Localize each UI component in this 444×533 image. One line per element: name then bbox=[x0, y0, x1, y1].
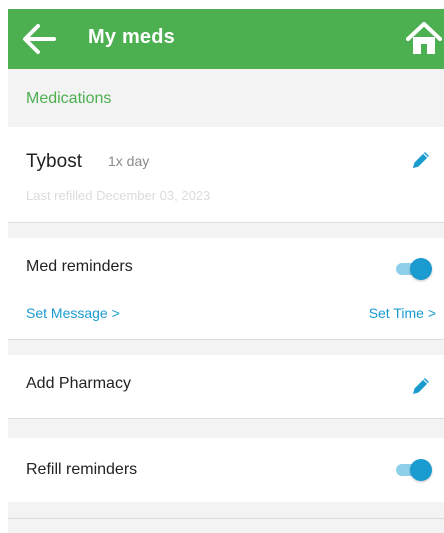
refill-reminders-card: Refill reminders bbox=[8, 438, 444, 502]
home-button[interactable] bbox=[406, 21, 442, 57]
set-time-link[interactable]: Set Time > bbox=[369, 305, 436, 321]
edit-medication-button[interactable] bbox=[410, 149, 432, 171]
pencil-icon bbox=[413, 152, 429, 168]
med-reminders-label: Med reminders bbox=[26, 258, 133, 275]
app-bar: My meds bbox=[8, 9, 444, 69]
screen: My meds Medications Tybost 1x day Last r… bbox=[0, 0, 444, 533]
left-gutter bbox=[0, 0, 8, 533]
last-refilled-text: Last refilled December 03, 2023 bbox=[26, 188, 211, 203]
medication-card[interactable]: Tybost 1x day Last refilled December 03,… bbox=[8, 127, 444, 223]
section-label: Medications bbox=[26, 90, 112, 107]
back-button[interactable] bbox=[22, 23, 56, 55]
refill-reminders-toggle[interactable] bbox=[396, 459, 432, 481]
arrow-left-icon bbox=[23, 24, 56, 54]
add-pharmacy-card[interactable]: Add Pharmacy bbox=[8, 355, 444, 419]
edit-pharmacy-button[interactable] bbox=[410, 375, 432, 397]
med-reminders-card: Med reminders Set Message > Set Time > bbox=[8, 238, 444, 340]
set-message-link[interactable]: Set Message > bbox=[26, 305, 120, 321]
pencil-icon bbox=[413, 378, 429, 394]
medication-frequency: 1x day bbox=[108, 153, 150, 169]
add-pharmacy-label: Add Pharmacy bbox=[26, 375, 131, 392]
section-header: Medications bbox=[8, 69, 444, 127]
toggle-thumb bbox=[410, 258, 432, 280]
medication-name: Tybost bbox=[26, 151, 82, 172]
refill-reminders-label: Refill reminders bbox=[26, 461, 138, 478]
toggle-thumb bbox=[410, 459, 432, 481]
page-title: My meds bbox=[88, 26, 175, 48]
home-icon bbox=[406, 22, 442, 54]
bottom-divider bbox=[8, 518, 444, 533]
med-reminders-toggle[interactable] bbox=[396, 258, 432, 280]
content-area: Medications Tybost 1x day Last refilled … bbox=[8, 69, 444, 533]
